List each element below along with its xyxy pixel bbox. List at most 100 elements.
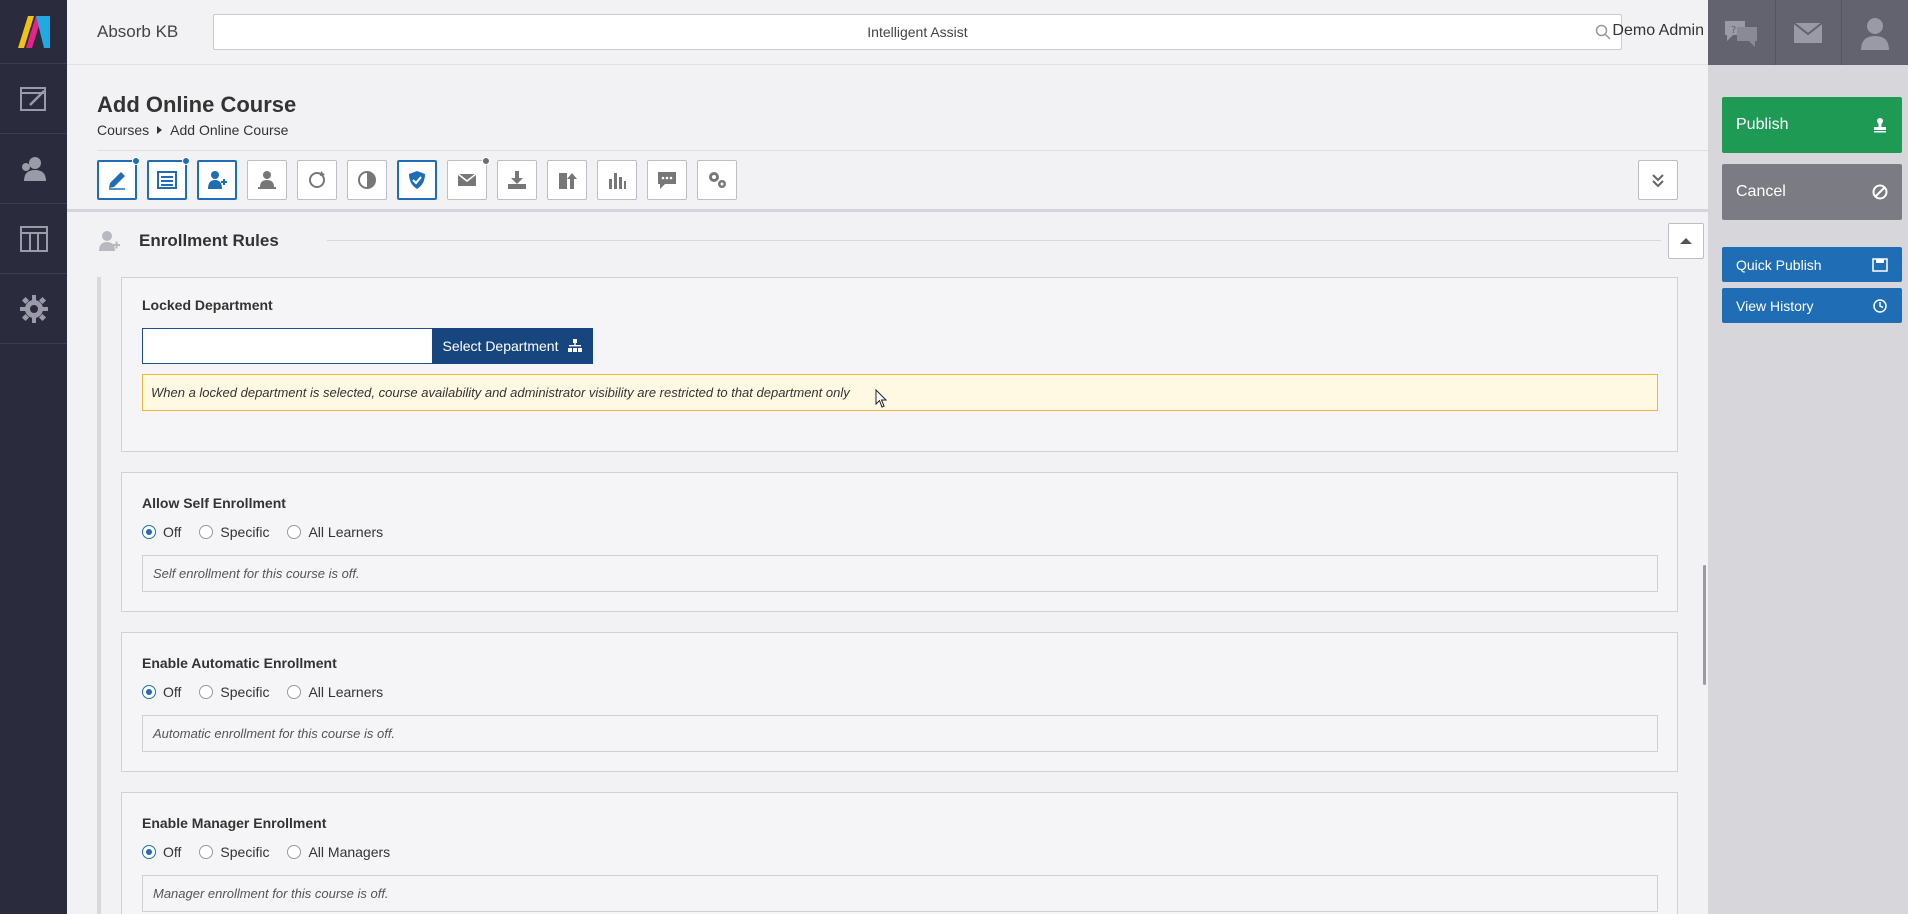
- radio-checked-icon: [142, 845, 156, 859]
- nav-settings[interactable]: [0, 274, 67, 344]
- tab-enrollment-rules[interactable]: [197, 160, 237, 200]
- pencil-icon: [109, 172, 125, 190]
- status-dot: [182, 157, 190, 165]
- edit-document-icon: [19, 86, 46, 111]
- auto-enrollment-options: Off Specific All Learners: [142, 684, 383, 700]
- self-enrollment-label: Allow Self Enrollment: [142, 495, 286, 511]
- section-collapse-button[interactable]: [1668, 223, 1704, 259]
- radio-off[interactable]: Off: [142, 684, 181, 700]
- section-rail: [97, 277, 101, 914]
- history-icon: [1873, 298, 1887, 313]
- app-logo[interactable]: [0, 0, 67, 64]
- nav-courses[interactable]: [0, 64, 67, 134]
- view-history-button[interactable]: View History: [1722, 288, 1902, 323]
- radio-off[interactable]: Off: [142, 844, 181, 860]
- tab-resources[interactable]: [497, 160, 537, 200]
- radio-label: Off: [163, 524, 182, 540]
- collapse-all-button[interactable]: [1638, 160, 1678, 200]
- users-icon: [21, 156, 46, 181]
- quick-publish-button[interactable]: Quick Publish: [1722, 247, 1902, 282]
- cancel-button[interactable]: Cancel: [1722, 164, 1902, 220]
- brand-name: Absorb KB: [97, 22, 179, 41]
- absorb-logo-icon: [17, 15, 50, 48]
- help-chat-button[interactable]: ?: [1708, 0, 1775, 65]
- tab-instructor[interactable]: [247, 160, 287, 200]
- section-divider: [327, 240, 1661, 241]
- user-menu[interactable]: Demo Admin: [1584, 22, 1704, 40]
- publish-button[interactable]: Publish: [1722, 97, 1902, 153]
- gears-icon: [709, 172, 726, 188]
- breadcrumb-courses[interactable]: Courses: [97, 122, 149, 138]
- svg-text:?: ?: [1731, 25, 1736, 36]
- envelope-icon: [1793, 21, 1824, 43]
- tab-general[interactable]: [97, 157, 140, 200]
- nav-reports[interactable]: [0, 204, 67, 274]
- tab-messages[interactable]: [447, 157, 490, 200]
- page-title: Add Online Course: [97, 92, 297, 117]
- radio-checked-icon: [142, 685, 156, 699]
- section-header: Enrollment Rules: [97, 223, 1704, 263]
- radio-unchecked-icon: [287, 685, 302, 699]
- cancel-icon: [1872, 184, 1888, 200]
- radio-all-managers[interactable]: All Managers: [287, 844, 390, 860]
- radio-label: All Learners: [308, 524, 384, 540]
- auto-enrollment-label: Enable Automatic Enrollment: [142, 655, 337, 671]
- list-icon: [157, 171, 177, 189]
- search-input[interactable]: Intelligent Assist: [213, 14, 1622, 50]
- tab-upload[interactable]: [547, 160, 587, 200]
- radio-label: Off: [163, 684, 182, 700]
- radio-label: Specific: [220, 524, 270, 540]
- messages-button[interactable]: [1774, 0, 1842, 65]
- tab-recertification[interactable]: [297, 160, 337, 200]
- org-chart-icon: [568, 339, 583, 352]
- auto-enrollment-note: Automatic enrollment for this course is …: [142, 715, 1658, 752]
- top-icons: ?: [1708, 0, 1908, 65]
- user-icon: [1861, 17, 1890, 50]
- radio-label: Off: [163, 844, 182, 860]
- section-toolbar: [97, 157, 737, 200]
- top-bar: Absorb KB Intelligent Assist Demo Admin: [67, 0, 1708, 65]
- select-department-label: Select Department: [442, 338, 559, 354]
- scrollbar[interactable]: [1703, 565, 1706, 685]
- tab-security[interactable]: [397, 160, 437, 200]
- profile-button[interactable]: [1841, 0, 1908, 65]
- radio-specific[interactable]: Specific: [199, 684, 269, 700]
- tab-reports[interactable]: [597, 160, 637, 200]
- radio-checked-icon: [142, 525, 156, 539]
- radio-label: All Learners: [308, 684, 384, 700]
- chevron-up-icon: [1680, 238, 1692, 244]
- breadcrumb: Courses Add Online Course: [97, 122, 288, 138]
- tab-advanced-settings[interactable]: [697, 160, 737, 200]
- stamp-icon: [1874, 118, 1886, 133]
- bar-chart-icon: [609, 173, 626, 189]
- select-department-button[interactable]: Select Department: [432, 328, 593, 364]
- double-chevron-down-icon: [1652, 174, 1664, 188]
- radio-unchecked-icon: [287, 845, 302, 859]
- radio-label: All Managers: [308, 844, 391, 860]
- columns-icon: [19, 225, 48, 252]
- left-nav: [0, 0, 67, 914]
- view-history-label: View History: [1736, 297, 1814, 314]
- divider: [97, 150, 1708, 151]
- presenter-icon: [258, 171, 276, 189]
- radio-all-learners[interactable]: All Learners: [287, 524, 383, 540]
- envelope-icon: [457, 173, 477, 186]
- tab-details[interactable]: [147, 157, 190, 200]
- publish-label: Publish: [1736, 116, 1789, 133]
- add-user-icon: [208, 171, 227, 189]
- quick-publish-label: Quick Publish: [1736, 256, 1822, 273]
- radio-all-learners[interactable]: All Learners: [287, 684, 383, 700]
- nav-users[interactable]: [0, 134, 67, 204]
- add-user-icon: [99, 231, 120, 251]
- contrast-icon: [358, 171, 376, 189]
- radio-specific[interactable]: Specific: [199, 844, 269, 860]
- locked-department-label: Locked Department: [142, 297, 273, 313]
- mouse-cursor-icon: [875, 389, 888, 408]
- self-enrollment-card: Allow Self Enrollment Off Specific All L…: [121, 472, 1678, 612]
- radio-off[interactable]: Off: [142, 524, 181, 540]
- radio-label: Specific: [220, 684, 270, 700]
- tab-comments[interactable]: [647, 160, 687, 200]
- tab-availability[interactable]: [347, 160, 387, 200]
- radio-specific[interactable]: Specific: [199, 524, 269, 540]
- department-field[interactable]: [142, 328, 432, 364]
